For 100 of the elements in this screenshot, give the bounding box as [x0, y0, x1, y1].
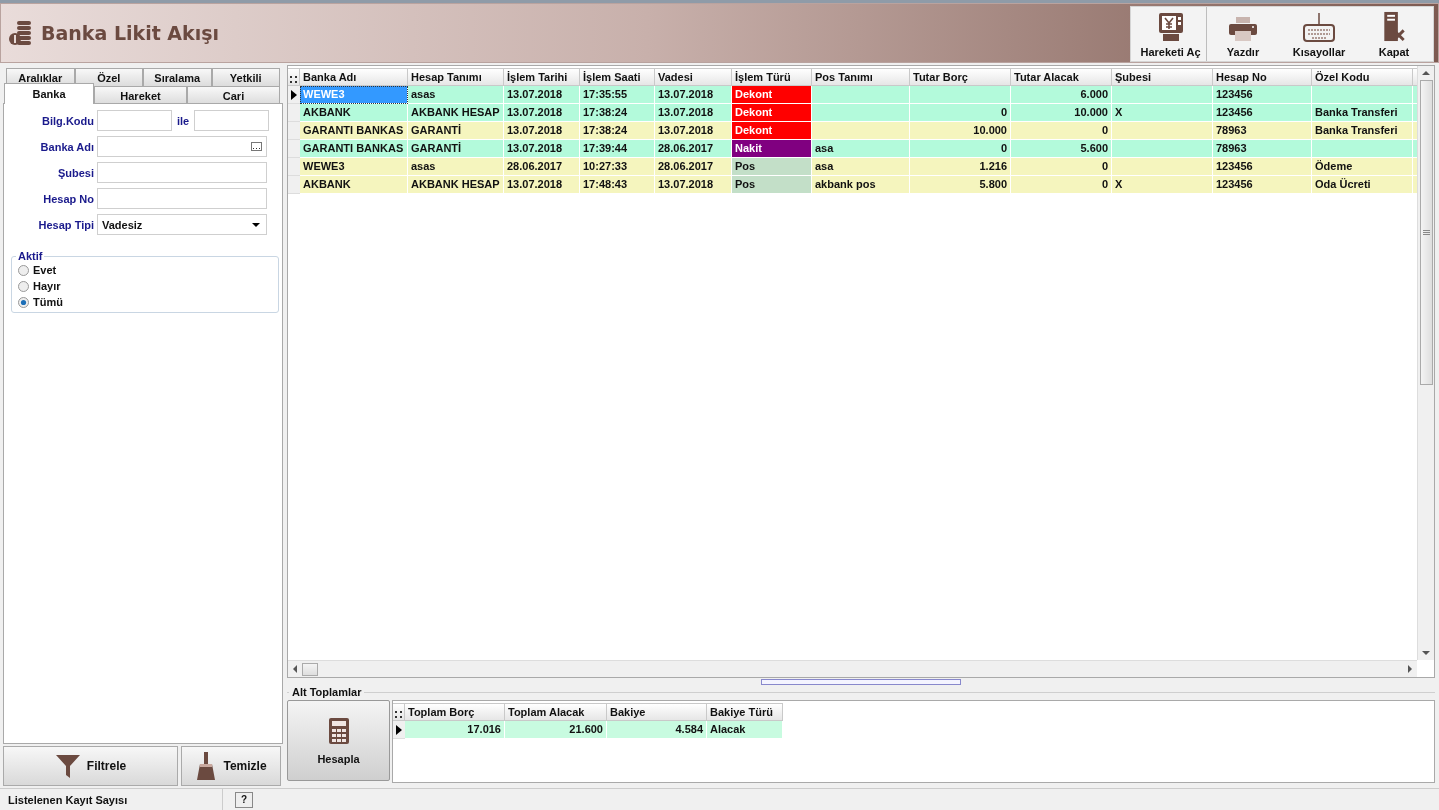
- table-cell: Dekont: [732, 122, 812, 140]
- radio-button[interactable]: [18, 280, 29, 292]
- table-cell: 10.000: [910, 122, 1011, 140]
- toolbar-button[interactable]: Kısayollar: [1279, 7, 1359, 61]
- table-cell: asa: [812, 158, 910, 176]
- column-header[interactable]: Özel Kodu: [1312, 68, 1413, 86]
- column-header[interactable]: Banka Adı: [300, 68, 408, 86]
- table-cell: 21.600: [505, 721, 607, 739]
- table-cell: 78963: [1213, 140, 1312, 158]
- horizontal-scrollbar[interactable]: [288, 660, 1417, 677]
- row-indicator-icon: [291, 89, 297, 100]
- table-cell: 0: [1011, 176, 1112, 194]
- column-header[interactable]: Bakiye Türü: [707, 703, 783, 721]
- radio-label: Tümü: [33, 296, 63, 308]
- ellipsis-icon[interactable]: [251, 142, 262, 151]
- table-cell: 0: [910, 140, 1011, 158]
- table-cell: 13.07.2018: [655, 86, 732, 104]
- column-header[interactable]: Hesap Tanımı: [408, 68, 504, 86]
- toolbar-button[interactable]: Hareketi Aç: [1135, 7, 1207, 61]
- dropdown-field[interactable]: Vadesiz: [97, 214, 267, 235]
- column-header[interactable]: Hesap No: [1213, 68, 1312, 86]
- toolbar-button[interactable]: Yazdır: [1207, 7, 1279, 61]
- grip-icon: [290, 76, 297, 83]
- row-indicator-icon: [396, 724, 402, 735]
- column-header[interactable]: İşlem Saati: [580, 68, 655, 86]
- table-cell: 17.016: [405, 721, 505, 739]
- table-cell: WEWE3: [300, 86, 408, 104]
- table-cell: AKBANK: [300, 176, 408, 194]
- table-cell: 1.216: [910, 158, 1011, 176]
- calculator-icon: [327, 716, 350, 745]
- help-button[interactable]: ?: [235, 791, 253, 808]
- broom-icon: [195, 751, 218, 781]
- table-cell: Dekont: [732, 104, 812, 122]
- table-cell: WEWE3: [300, 158, 408, 176]
- splitter-handle[interactable]: [761, 679, 961, 685]
- column-header[interactable]: Toplam Borç: [405, 703, 505, 721]
- table-cell: X: [1112, 104, 1213, 122]
- table-cell: 13.07.2018: [504, 140, 580, 158]
- table-cell: 123456: [1213, 176, 1312, 194]
- table-cell: GARANTİ: [408, 122, 504, 140]
- caret-icon: [252, 222, 260, 227]
- table-cell: 5.800: [910, 176, 1011, 194]
- tab[interactable]: Banka: [4, 83, 94, 104]
- table-cell: 28.06.2017: [655, 140, 732, 158]
- range-connector: ile: [175, 114, 191, 127]
- table-cell: asas: [408, 86, 504, 104]
- table-cell: 13.07.2018: [504, 176, 580, 194]
- vertical-scrollbar[interactable]: [1417, 66, 1434, 660]
- table-cell: AKBANK: [300, 104, 408, 122]
- table-cell: akbank pos: [812, 176, 910, 194]
- column-header[interactable]: Bakiye: [607, 703, 707, 721]
- tab[interactable]: Cari: [187, 86, 280, 104]
- field-label: Banka Adı: [39, 140, 94, 153]
- table-cell: 13.07.2018: [655, 122, 732, 140]
- tab[interactable]: Hareket: [94, 86, 187, 104]
- tab[interactable]: Yetkili: [211, 68, 280, 86]
- clear-button[interactable]: Temizle: [181, 746, 281, 786]
- table-cell: 78963: [1213, 122, 1312, 140]
- table-cell: 5.600: [1011, 140, 1112, 158]
- range-end-field[interactable]: [194, 110, 269, 131]
- filter-icon: [54, 753, 81, 779]
- radio-button[interactable]: [18, 296, 29, 308]
- tab[interactable]: Özel: [74, 68, 143, 86]
- computer-close-icon: [1381, 11, 1407, 42]
- radio-button[interactable]: [18, 264, 29, 276]
- table-cell: Ödeme: [1312, 158, 1413, 176]
- filter-button[interactable]: Filtrele: [3, 746, 178, 786]
- column-header[interactable]: Pos Tanımı: [812, 68, 910, 86]
- lookup-field[interactable]: [97, 136, 267, 157]
- row-header[interactable]: [393, 721, 405, 739]
- column-header[interactable]: Vadesi: [655, 68, 732, 86]
- row-header[interactable]: [288, 86, 300, 104]
- calculate-button[interactable]: Hesapla: [287, 700, 390, 781]
- text-field[interactable]: [97, 188, 267, 209]
- scroll-thumb[interactable]: [302, 662, 318, 676]
- dropdown-value: Vadesiz: [102, 218, 143, 231]
- column-header[interactable]: Tutar Borç: [910, 68, 1011, 86]
- toolbar-button[interactable]: Kapat: [1359, 7, 1429, 61]
- table-cell: AKBANK HESAP: [408, 104, 504, 122]
- window-title: Banka Likit Akışı: [41, 22, 220, 44]
- column-header[interactable]: Toplam Alacak: [505, 703, 607, 721]
- field-label: Hesap No: [42, 192, 94, 205]
- group-title: Aktif: [17, 250, 44, 262]
- table-cell: 17:38:24: [580, 104, 655, 122]
- table-cell: 13.07.2018: [655, 176, 732, 194]
- table-cell: 0: [1011, 122, 1112, 140]
- scroll-thumb[interactable]: [1419, 80, 1433, 385]
- field-label: Bilg.Kodu: [41, 114, 94, 127]
- table-cell: asas: [408, 158, 504, 176]
- column-header[interactable]: Tutar Alacak: [1011, 68, 1112, 86]
- table-cell: GARANTI BANKAS: [300, 122, 408, 140]
- tab[interactable]: Sıralama: [143, 68, 212, 86]
- text-field[interactable]: [97, 162, 267, 183]
- radio-label: Evet: [33, 264, 57, 276]
- table-cell: 6.000: [1011, 86, 1112, 104]
- range-start-field[interactable]: [97, 110, 172, 131]
- column-header[interactable]: İşlem Türü: [732, 68, 812, 86]
- column-header[interactable]: Şubesi: [1112, 68, 1213, 86]
- table-cell: 10.000: [1011, 104, 1112, 122]
- column-header[interactable]: İşlem Tarihi: [504, 68, 580, 86]
